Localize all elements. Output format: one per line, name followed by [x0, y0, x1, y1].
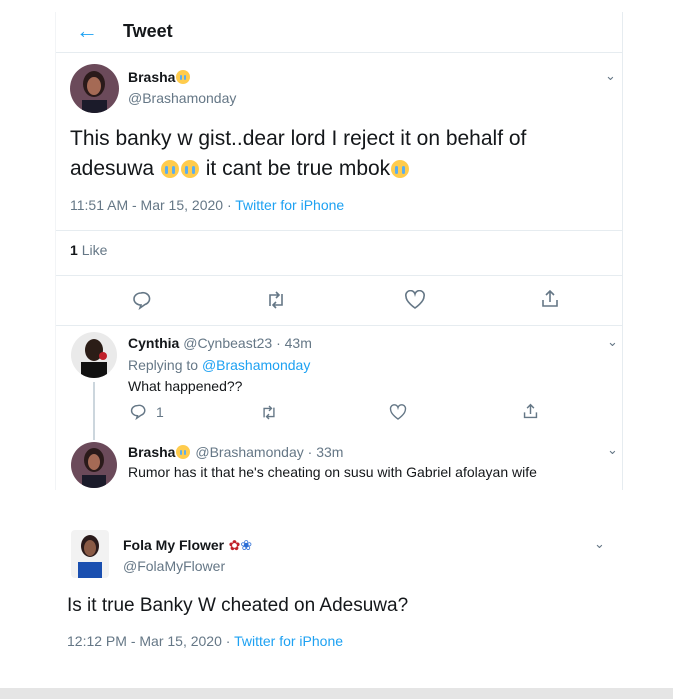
crying-face-icon — [180, 160, 199, 178]
crying-face-icon — [391, 160, 410, 178]
butterfly-icon: ❀ — [240, 537, 253, 553]
tweet-text: Is it true Banky W cheated on Adesuwa? — [67, 595, 409, 616]
reply-time[interactable]: 43m — [285, 335, 312, 351]
tweet-time[interactable]: 11:51 AM - Mar 15, 2020 — [70, 197, 223, 213]
author-name[interactable]: Brasha — [128, 69, 175, 85]
tweet-source[interactable]: Twitter for iPhone — [235, 197, 344, 213]
tweet-text: This banky w gist..dear lord I reject it… — [70, 127, 527, 180]
tweet-header: ← Tweet — [56, 12, 622, 53]
mention-link[interactable]: @Brashamonday — [202, 357, 310, 373]
crying-face-icon — [176, 445, 191, 459]
crying-face-icon — [160, 160, 179, 178]
share-icon[interactable] — [540, 289, 560, 309]
embedded-tweet: Fola My Flower ✿❀ @FolaMyFlower ⌄ Is it … — [55, 520, 621, 670]
author-name[interactable]: Brasha — [128, 444, 175, 460]
author-name[interactable]: Cynthia — [128, 335, 179, 351]
reply-text: Rumor has it that he's cheating on susu … — [128, 464, 537, 480]
reply-author: Cynthia @Cynbeast23 · 43m — [128, 335, 312, 351]
divider — [56, 325, 622, 326]
author-handle[interactable]: @Brashamonday — [195, 444, 303, 460]
avatar[interactable] — [71, 442, 117, 488]
chevron-down-icon[interactable]: ⌄ — [605, 68, 616, 84]
reply-text: What happened?? — [128, 378, 243, 394]
tweet-meta: 12:12 PM - Mar 15, 2020 · Twitter for iP… — [67, 633, 344, 649]
avatar[interactable] — [70, 64, 119, 113]
reply-author: Brasha @Brashamonday · 33m — [128, 444, 344, 460]
author-name[interactable]: Fola My Flower — [123, 537, 224, 553]
thread-line — [93, 382, 95, 440]
likes-count[interactable]: 1 Like — [70, 242, 107, 258]
author-info: Fola My Flower ✿❀ — [123, 537, 252, 555]
reply-icon[interactable]: 1 — [129, 403, 164, 420]
avatar[interactable] — [71, 530, 109, 578]
reply-count: 1 — [156, 403, 164, 420]
share-icon[interactable] — [522, 403, 539, 420]
tweet-time[interactable]: 12:12 PM - Mar 15, 2020 — [67, 633, 222, 649]
chevron-down-icon[interactable]: ⌄ — [594, 536, 605, 552]
retweet-icon[interactable] — [260, 404, 278, 421]
tweet-thread-card: ← Tweet Brasha @Brashamonday ⌄ This bank… — [55, 12, 623, 490]
chevron-down-icon[interactable]: ⌄ — [607, 442, 618, 458]
author-info: Brasha — [128, 69, 191, 87]
bottom-bar — [0, 688, 673, 699]
retweet-icon[interactable] — [265, 290, 287, 310]
like-icon[interactable] — [389, 404, 407, 421]
tweet-source[interactable]: Twitter for iPhone — [234, 633, 343, 649]
rose-icon: ✿ — [228, 537, 241, 553]
crying-face-icon — [176, 70, 191, 84]
reply-time[interactable]: 33m — [316, 444, 343, 460]
author-handle[interactable]: @FolaMyFlower — [123, 558, 225, 574]
reply-icon[interactable] — [131, 290, 151, 310]
author-handle[interactable]: @Cynbeast23 — [183, 335, 272, 351]
avatar[interactable] — [71, 332, 117, 378]
divider — [56, 275, 622, 276]
chevron-down-icon[interactable]: ⌄ — [607, 334, 618, 350]
divider — [56, 230, 622, 231]
author-handle[interactable]: @Brashamonday — [128, 90, 236, 106]
page-title: Tweet — [123, 21, 173, 41]
back-arrow-icon[interactable]: ← — [76, 20, 98, 42]
like-icon[interactable] — [404, 290, 426, 310]
tweet-meta: 11:51 AM - Mar 15, 2020 · Twitter for iP… — [70, 197, 345, 213]
replying-to: Replying to @Brashamonday — [128, 357, 311, 373]
